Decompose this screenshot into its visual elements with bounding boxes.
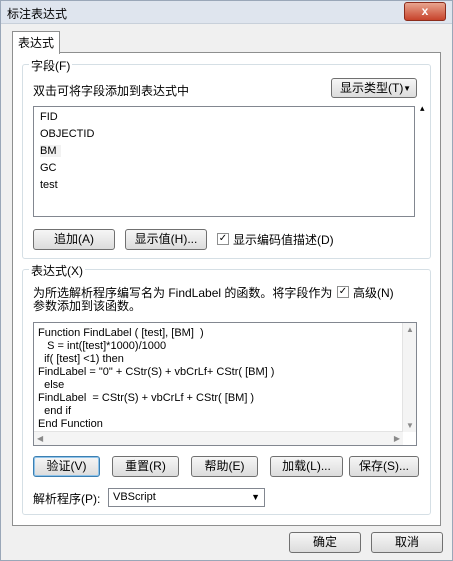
save-button[interactable]: 保存(S)... bbox=[349, 456, 419, 477]
list-item[interactable]: OBJECTID bbox=[40, 128, 94, 140]
scroll-right-icon[interactable]: ▶ bbox=[394, 434, 400, 443]
fields-hint: 双击可将字段添加到表达式中 bbox=[33, 84, 190, 98]
list-item[interactable]: FID bbox=[40, 111, 58, 123]
expression-desc-line2: 参数添加到该函数。 bbox=[33, 299, 142, 313]
scroll-up-icon[interactable]: ▲ bbox=[406, 325, 414, 334]
fields-list[interactable]: FID OBJECTID BM GC test bbox=[33, 106, 415, 217]
label-expression-dialog: 标注表达式 x 表达式 字段(F) 双击可将字段添加到表达式中 显示类型(T) … bbox=[0, 0, 453, 561]
fields-group-legend: 字段(F) bbox=[29, 57, 73, 74]
parser-select[interactable]: VBScript ▼ bbox=[108, 488, 265, 507]
code-line: FindLabel = CStr(S) + vbCrLf + CStr( [BM… bbox=[38, 392, 255, 404]
parser-label: 解析程序(P): bbox=[33, 492, 101, 506]
show-values-button[interactable]: 显示值(H)... bbox=[125, 229, 207, 250]
scroll-left-icon[interactable]: ◀ bbox=[37, 434, 43, 443]
help-button[interactable]: 帮助(E) bbox=[191, 456, 258, 477]
show-types-label: 显示类型(T) bbox=[340, 81, 404, 95]
list-item[interactable]: test bbox=[40, 179, 58, 191]
chevron-down-icon: ▼ bbox=[403, 84, 411, 93]
expression-group-legend: 表达式(X) bbox=[29, 262, 85, 279]
expression-group: 表达式(X) 为所选解析程序编写名为 FindLabel 的函数。将字段作为 参… bbox=[22, 262, 431, 515]
reset-button[interactable]: 重置(R) bbox=[112, 456, 179, 477]
expand-icon[interactable]: ▴ bbox=[420, 103, 425, 114]
check-icon: ✓ bbox=[218, 233, 228, 244]
list-item[interactable]: GC bbox=[40, 162, 57, 174]
cancel-button[interactable]: 取消 bbox=[371, 532, 443, 553]
fields-group: 字段(F) 双击可将字段添加到表达式中 显示类型(T) ▼ ▴ FID OBJE… bbox=[22, 57, 431, 259]
close-button[interactable]: x bbox=[404, 2, 446, 21]
window-title: 标注表达式 bbox=[7, 7, 68, 21]
code-line: End Function bbox=[38, 418, 103, 430]
code-line: S = int([test]*1000)/1000 bbox=[38, 340, 167, 352]
title-bar: 标注表达式 x bbox=[1, 1, 452, 24]
code-line: FindLabel = "0" + CStr(S) + vbCrLf+ CStr… bbox=[38, 366, 275, 378]
verify-button[interactable]: 验证(V) bbox=[33, 456, 100, 477]
show-coded-checkbox[interactable]: ✓ bbox=[217, 233, 229, 245]
code-line: if( [test] <1) then bbox=[38, 353, 124, 365]
load-button[interactable]: 加载(L)... bbox=[270, 456, 343, 477]
append-button[interactable]: 追加(A) bbox=[33, 229, 115, 250]
chevron-down-icon: ▼ bbox=[251, 492, 260, 502]
show-types-dropdown[interactable]: 显示类型(T) ▼ bbox=[331, 78, 417, 98]
expression-editor[interactable]: Function FindLabel ( [test], [BM] ) S = … bbox=[33, 322, 417, 446]
parser-value: VBScript bbox=[113, 491, 156, 503]
code-line: else bbox=[38, 379, 65, 391]
scroll-down-icon[interactable]: ▼ bbox=[406, 421, 414, 430]
code-line: Function FindLabel ( [test], [BM] ) bbox=[38, 327, 204, 339]
advanced-label[interactable]: 高级(N) bbox=[353, 284, 394, 301]
advanced-checkbox[interactable]: ✓ bbox=[337, 286, 349, 298]
ok-button[interactable]: 确定 bbox=[289, 532, 361, 553]
tab-panel: 字段(F) 双击可将字段添加到表达式中 显示类型(T) ▼ ▴ FID OBJE… bbox=[12, 52, 441, 526]
show-coded-label[interactable]: 显示编码值描述(D) bbox=[233, 231, 334, 248]
tab-expression[interactable]: 表达式 bbox=[12, 31, 60, 54]
list-item[interactable]: BM bbox=[40, 145, 61, 157]
check-icon: ✓ bbox=[338, 286, 348, 297]
code-line: end if bbox=[38, 405, 72, 417]
horizontal-scrollbar[interactable]: ◀ ▶ bbox=[34, 431, 403, 445]
vertical-scrollbar[interactable]: ▲ ▼ bbox=[402, 323, 416, 432]
